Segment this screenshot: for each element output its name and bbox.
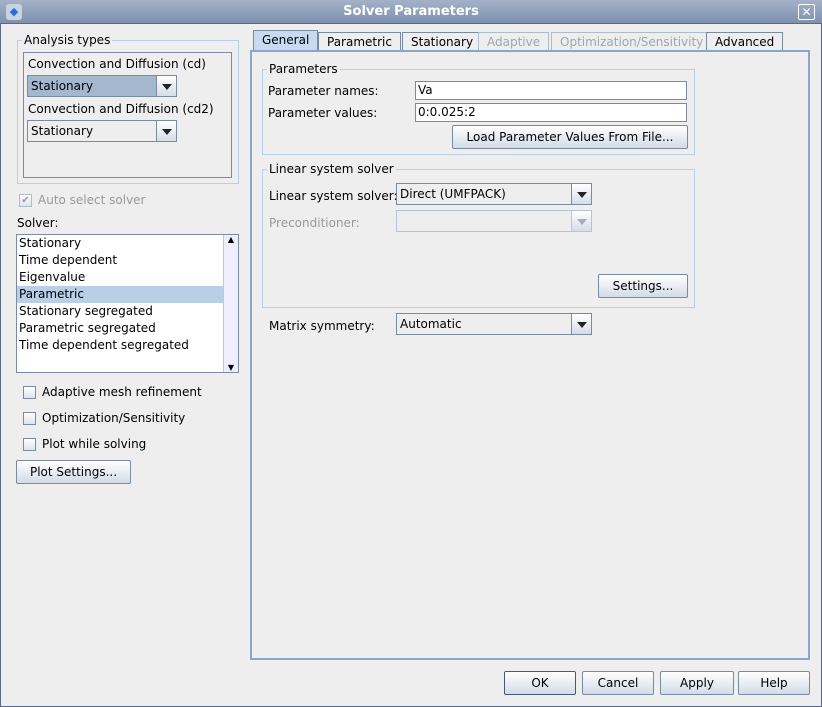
adaptive-mesh-checkbox[interactable]: Adaptive mesh refinement <box>23 385 202 399</box>
preconditioner-label: Preconditioner: <box>269 216 360 230</box>
list-item[interactable]: Time dependent segregated <box>17 337 238 354</box>
parameter-names-label: Parameter names: <box>268 84 379 98</box>
combo-value: Stationary <box>28 76 156 96</box>
matrix-symmetry-label: Matrix symmetry: <box>269 319 375 333</box>
plot-settings-button[interactable]: Plot Settings... <box>16 460 131 484</box>
load-parameter-values-button[interactable]: Load Parameter Values From File... <box>452 125 688 149</box>
analysis-types-legend: Analysis types <box>24 33 111 47</box>
scrollbar[interactable]: ▲ ▼ <box>223 235 238 372</box>
check-icon: ✔ <box>19 193 32 207</box>
cancel-button[interactable]: Cancel <box>582 671 654 695</box>
tab-parametric[interactable]: Parametric <box>318 32 401 51</box>
solver-list[interactable]: Stationary Time dependent Eigenvalue Par… <box>16 234 239 373</box>
ok-button[interactable]: OK <box>504 671 576 695</box>
analysis-label-cd: Convection and Diffusion (cd) <box>28 57 206 71</box>
matrix-symmetry-combo[interactable]: Automatic <box>396 313 592 335</box>
checkbox-label: Plot while solving <box>42 437 147 451</box>
combo-value: Direct (UMFPACK) <box>400 187 506 201</box>
analysis-label-cd2: Convection and Diffusion (cd2) <box>28 102 214 116</box>
parameter-names-input[interactable]: Va <box>415 81 687 100</box>
tab-advanced[interactable]: Advanced <box>706 32 784 51</box>
linear-solver-combo[interactable]: Direct (UMFPACK) <box>396 183 592 205</box>
list-item[interactable]: Parametric segregated <box>17 320 238 337</box>
chevron-down-icon <box>156 76 176 96</box>
chevron-down-icon <box>156 121 176 141</box>
list-item[interactable]: Eigenvalue <box>17 269 238 286</box>
tab-stationary[interactable]: Stationary <box>402 32 483 51</box>
help-button[interactable]: Help <box>738 671 810 695</box>
combo-value <box>397 211 571 231</box>
scroll-up-icon[interactable]: ▲ <box>224 235 238 244</box>
list-item[interactable]: Stationary segregated <box>17 303 238 320</box>
checkbox-box <box>23 411 36 425</box>
close-button[interactable]: ✕ <box>798 4 815 20</box>
parameter-values-label: Parameter values: <box>268 106 378 120</box>
preconditioner-combo[interactable] <box>396 210 592 232</box>
scroll-down-icon[interactable]: ▼ <box>224 363 238 372</box>
optimization-checkbox[interactable]: Optimization/Sensitivity <box>23 411 185 425</box>
linear-solver-label: Linear system solver: <box>269 189 398 203</box>
tab-general[interactable]: General <box>253 30 319 52</box>
auto-select-label: Auto select solver <box>38 193 146 207</box>
auto-select-solver-checkbox[interactable]: ✔ Auto select solver <box>19 193 146 207</box>
plot-while-solving-checkbox[interactable]: Plot while solving <box>23 437 146 451</box>
analysis-combo-cd2[interactable]: Stationary <box>27 120 177 142</box>
checkbox-box <box>23 385 36 399</box>
solver-label: Solver: <box>17 216 59 230</box>
checkbox-box <box>23 437 36 451</box>
window-title: Solver Parameters <box>343 4 479 19</box>
list-item[interactable]: Stationary <box>17 235 238 252</box>
analysis-combo-cd[interactable]: Stationary <box>27 75 177 97</box>
list-item[interactable]: Parametric <box>17 286 223 303</box>
tab-optimization[interactable]: Optimization/Sensitivity <box>551 32 713 51</box>
chevron-down-icon <box>571 184 591 204</box>
checkbox-label: Adaptive mesh refinement <box>42 385 202 399</box>
combo-value: Automatic <box>400 317 462 331</box>
tab-adaptive[interactable]: Adaptive <box>478 32 550 51</box>
combo-value: Stationary <box>31 124 94 138</box>
chevron-down-icon <box>571 211 591 231</box>
parameter-values-input[interactable]: 0:0.025:2 <box>415 103 687 122</box>
checkbox-label: Optimization/Sensitivity <box>42 411 186 425</box>
linear-solver-legend: Linear system solver <box>269 162 394 176</box>
parameters-legend: Parameters <box>269 62 338 76</box>
apply-button[interactable]: Apply <box>660 671 734 695</box>
settings-button[interactable]: Settings... <box>598 274 688 298</box>
list-item[interactable]: Time dependent <box>17 252 238 269</box>
chevron-down-icon <box>571 314 591 334</box>
